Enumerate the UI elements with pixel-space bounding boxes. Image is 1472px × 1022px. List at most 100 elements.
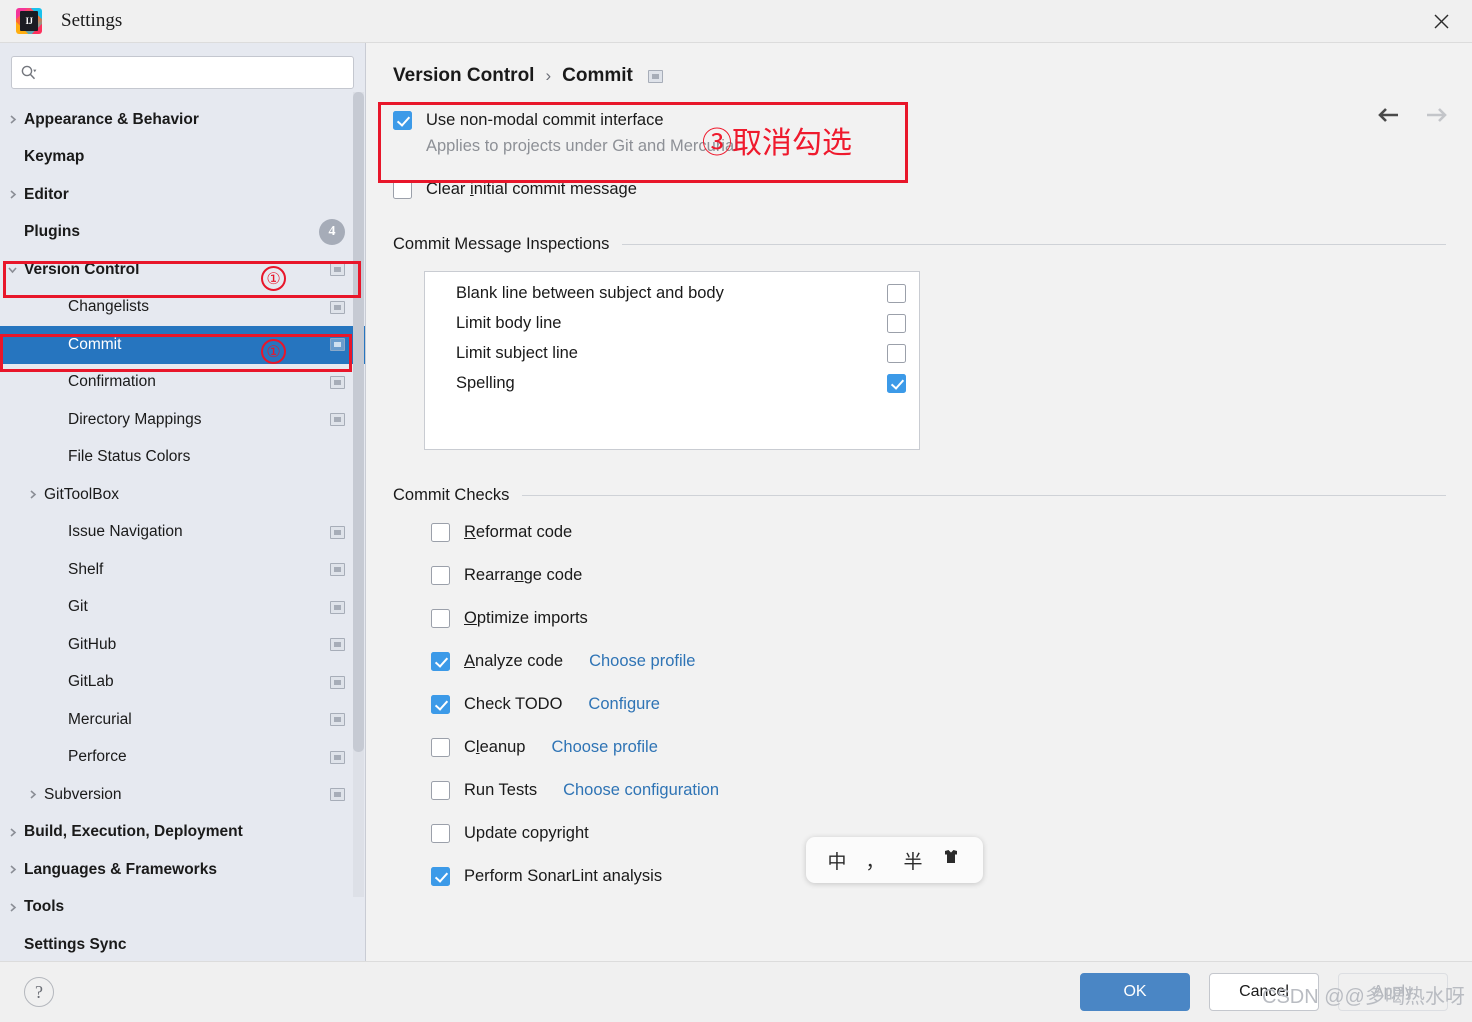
settings-tree[interactable]: Appearance & Behavior Keymap Editor Plugins…: [0, 101, 365, 961]
chevron-right-icon[interactable]: [0, 189, 24, 200]
sidebar-item-perforce[interactable]: Perforce: [0, 739, 365, 777]
check-row-check-todo[interactable]: Check TODO Configure: [431, 695, 1446, 714]
close-button[interactable]: [1410, 0, 1472, 43]
window-restore-icon[interactable]: [330, 525, 345, 539]
sidebar-item-git[interactable]: Git: [0, 589, 365, 627]
commit-checks-list[interactable]: Reformat code Rearrange code Optimize impo…: [393, 523, 1446, 886]
check-checkbox-cleanup[interactable]: [431, 738, 450, 757]
sidebar-item-plugins[interactable]: Plugins 4: [0, 214, 365, 252]
chevron-right-icon[interactable]: [0, 827, 24, 838]
check-row-cleanup[interactable]: Cleanup Choose profile: [431, 738, 1446, 757]
use-non-modal-commit-row[interactable]: Use non-modal commit interface: [393, 111, 1446, 130]
check-checkbox-check-todo[interactable]: [431, 695, 450, 714]
window-restore-icon[interactable]: [330, 375, 345, 389]
sidebar-item-label: Plugins: [24, 223, 80, 241]
window-restore-icon[interactable]: [330, 750, 345, 764]
check-checkbox-perform-sonarlint-analysis[interactable]: [431, 867, 450, 886]
check-checkbox-analyze-code[interactable]: [431, 652, 450, 671]
sidebar-item-languages-frameworks[interactable]: Languages & Frameworks: [0, 851, 365, 889]
sidebar-scrollbar[interactable]: [353, 92, 364, 897]
window-title: Settings: [61, 10, 123, 31]
sidebar-item-gittoolbox[interactable]: GitToolBox: [0, 476, 365, 514]
inspection-checkbox[interactable]: [887, 343, 906, 363]
check-link-analyze-code[interactable]: Choose profile: [589, 652, 695, 671]
breadcrumb-parent[interactable]: Version Control: [393, 65, 534, 87]
sidebar-item-mercurial[interactable]: Mercurial: [0, 701, 365, 739]
sidebar-item-settings-sync[interactable]: Settings Sync: [0, 926, 365, 961]
check-link-check-todo[interactable]: Configure: [588, 695, 660, 714]
sidebar-item-confirmation[interactable]: Confirmation: [0, 364, 365, 402]
inspection-row[interactable]: Spelling: [425, 368, 919, 398]
inspection-checkbox[interactable]: [887, 283, 906, 303]
sidebar-item-directory-mappings[interactable]: Directory Mappings: [0, 401, 365, 439]
inspections-list[interactable]: Blank line between subject and body Limit…: [424, 271, 920, 450]
ime-punctuation-button[interactable]: ，: [865, 847, 884, 874]
sidebar-item-version-control[interactable]: Version Control: [0, 251, 365, 289]
ok-button[interactable]: OK: [1080, 973, 1190, 1011]
cancel-button[interactable]: Cancel: [1209, 973, 1319, 1011]
inspection-row[interactable]: Limit subject line: [425, 338, 919, 368]
chevron-right-icon[interactable]: [0, 902, 24, 913]
chevron-right-icon[interactable]: [0, 864, 24, 875]
sidebar-item-file-status-colors[interactable]: File Status Colors: [0, 439, 365, 477]
check-row-reformat-code[interactable]: Reformat code: [431, 523, 1446, 542]
sidebar-item-shelf[interactable]: Shelf: [0, 551, 365, 589]
search-box[interactable]: [11, 56, 354, 89]
check-row-run-tests[interactable]: Run Tests Choose configuration: [431, 781, 1446, 800]
ime-width-button[interactable]: 半: [903, 847, 922, 874]
window-restore-icon[interactable]: [330, 638, 345, 652]
chevron-right-icon[interactable]: [20, 489, 44, 500]
check-checkbox-run-tests[interactable]: [431, 781, 450, 800]
sidebar-item-commit[interactable]: Commit: [0, 326, 365, 364]
window-restore-icon[interactable]: [330, 675, 345, 689]
check-row-optimize-imports[interactable]: Optimize imports: [431, 609, 1446, 628]
sidebar-item-editor[interactable]: Editor: [0, 176, 365, 214]
inspection-checkbox[interactable]: [887, 373, 906, 393]
sidebar-item-changelists[interactable]: Changelists: [0, 289, 365, 327]
commit-checks-section: Commit Checks: [393, 486, 1446, 505]
check-link-cleanup[interactable]: Choose profile: [551, 738, 657, 757]
sidebar-item-build-execution-deployment[interactable]: Build, Execution, Deployment: [0, 814, 365, 852]
chevron-down-icon[interactable]: [0, 264, 24, 275]
clear-initial-message-checkbox[interactable]: [393, 180, 412, 199]
sidebar-item-subversion[interactable]: Subversion: [0, 776, 365, 814]
window-restore-icon[interactable]: [330, 788, 345, 802]
shirt-icon[interactable]: [941, 847, 961, 873]
window-restore-icon[interactable]: [330, 263, 345, 277]
window-restore-icon[interactable]: [647, 69, 663, 83]
window-restore-icon[interactable]: [330, 713, 345, 727]
window-restore-icon[interactable]: [330, 600, 345, 614]
sidebar-item-tools[interactable]: Tools: [0, 889, 365, 927]
check-row-analyze-code[interactable]: Analyze code Choose profile: [431, 652, 1446, 671]
ime-toolbar[interactable]: 中 ， 半: [806, 837, 983, 883]
sidebar-item-label: Commit: [68, 335, 122, 353]
use-non-modal-commit-checkbox[interactable]: [393, 111, 412, 130]
check-checkbox-reformat-code[interactable]: [431, 523, 450, 542]
ime-mode-button[interactable]: 中: [827, 847, 846, 874]
sidebar-item-appearance-behavior[interactable]: Appearance & Behavior: [0, 101, 365, 139]
check-link-run-tests[interactable]: Choose configuration: [563, 781, 719, 800]
sidebar-item-gitlab[interactable]: GitLab: [0, 664, 365, 702]
clear-initial-message-row[interactable]: Clear initial commit message: [393, 180, 1446, 199]
sidebar-item-keymap[interactable]: Keymap: [0, 139, 365, 177]
chevron-right-icon[interactable]: [0, 114, 24, 125]
settings-content: Use non-modal commit interface Applies t…: [367, 87, 1472, 886]
help-icon[interactable]: ?: [24, 977, 54, 1007]
window-restore-icon[interactable]: [330, 338, 345, 352]
inspection-row[interactable]: Limit body line: [425, 308, 919, 338]
check-checkbox-update-copyright[interactable]: [431, 824, 450, 843]
sidebar-scrollbar-thumb[interactable]: [353, 92, 364, 752]
check-row-rearrange-code[interactable]: Rearrange code: [431, 566, 1446, 585]
inspection-row[interactable]: Blank line between subject and body: [425, 278, 919, 308]
check-checkbox-rearrange-code[interactable]: [431, 566, 450, 585]
sidebar-item-issue-navigation[interactable]: Issue Navigation: [0, 514, 365, 552]
chevron-right-icon[interactable]: [20, 789, 44, 800]
window-restore-icon[interactable]: [330, 563, 345, 577]
sidebar-item-label: Perforce: [68, 748, 127, 766]
window-restore-icon[interactable]: [330, 300, 345, 314]
window-restore-icon[interactable]: [330, 413, 345, 427]
sidebar-item-github[interactable]: GitHub: [0, 626, 365, 664]
check-checkbox-optimize-imports[interactable]: [431, 609, 450, 628]
inspection-checkbox[interactable]: [887, 313, 906, 333]
search-input[interactable]: [43, 64, 345, 81]
